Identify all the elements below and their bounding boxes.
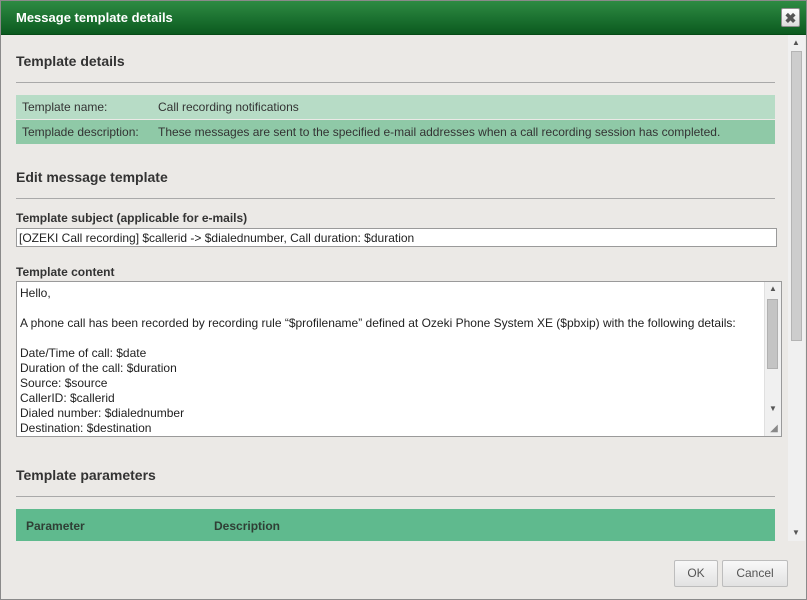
dialog-scroll-thumb[interactable] [791,51,802,341]
template-name-value: Call recording notifications [158,100,299,114]
scroll-down-icon[interactable]: ▼ [765,402,781,416]
edit-template-heading: Edit message template [16,169,168,185]
content-line: Date/Time of call: $date [20,346,147,360]
parameters-table-header: Parameter Description [16,509,775,541]
content-scroll-thumb[interactable] [767,299,778,369]
content-line: CallerID: $callerid [20,391,115,405]
divider [16,496,775,497]
subject-input[interactable] [16,228,777,247]
template-details-heading: Template details [16,53,125,69]
scroll-down-icon[interactable]: ▼ [788,526,804,540]
template-parameters-heading: Template parameters [16,467,156,483]
message-template-dialog: Message template details ✖ Template deta… [0,0,807,600]
template-description-row: Templade description: These messages are… [16,120,775,144]
title-bar[interactable]: Message template details ✖ [1,1,806,35]
dialog-scrollbar[interactable]: ▲ ▼ [788,35,805,541]
close-icon: ✖ [784,10,797,26]
scroll-up-icon[interactable]: ▲ [765,282,781,296]
content-line [20,301,736,316]
template-name-row: Template name: Call recording notificati… [16,95,775,119]
resize-grip-icon[interactable]: ◢ [768,423,780,435]
column-header-parameter[interactable]: Parameter [26,519,85,533]
content-text: Hello, A phone call has been recorded by… [20,286,736,436]
template-description-value: These messages are sent to the specified… [158,125,721,139]
content-textarea[interactable]: Hello, A phone call has been recorded by… [16,281,782,437]
content-scrollbar[interactable]: ▲ ▼ [764,282,781,436]
divider [16,198,775,199]
template-description-label: Templade description: [22,125,139,139]
content-line: A phone call has been recorded by record… [20,316,736,330]
content-line: Duration of the call: $duration [20,361,177,375]
subject-label: Template subject (applicable for e-mails… [16,211,248,225]
template-name-label: Template name: [22,100,108,114]
content-line: Destination: $destination [20,421,152,435]
content-label: Template content [16,265,115,279]
content-line: Hello, [20,286,51,300]
dialog-title: Message template details [16,10,173,25]
close-button[interactable]: ✖ [781,8,800,27]
column-header-description[interactable]: Description [214,519,280,533]
content-line [20,331,736,346]
cancel-button[interactable]: Cancel [722,560,788,587]
ok-button[interactable]: OK [674,560,718,587]
dialog-content: Template details Template name: Call rec… [2,35,788,541]
content-line: Dialed number: $dialednumber [20,406,185,420]
scroll-up-icon[interactable]: ▲ [788,36,804,50]
content-line: Source: $source [20,376,108,390]
divider [16,82,775,83]
